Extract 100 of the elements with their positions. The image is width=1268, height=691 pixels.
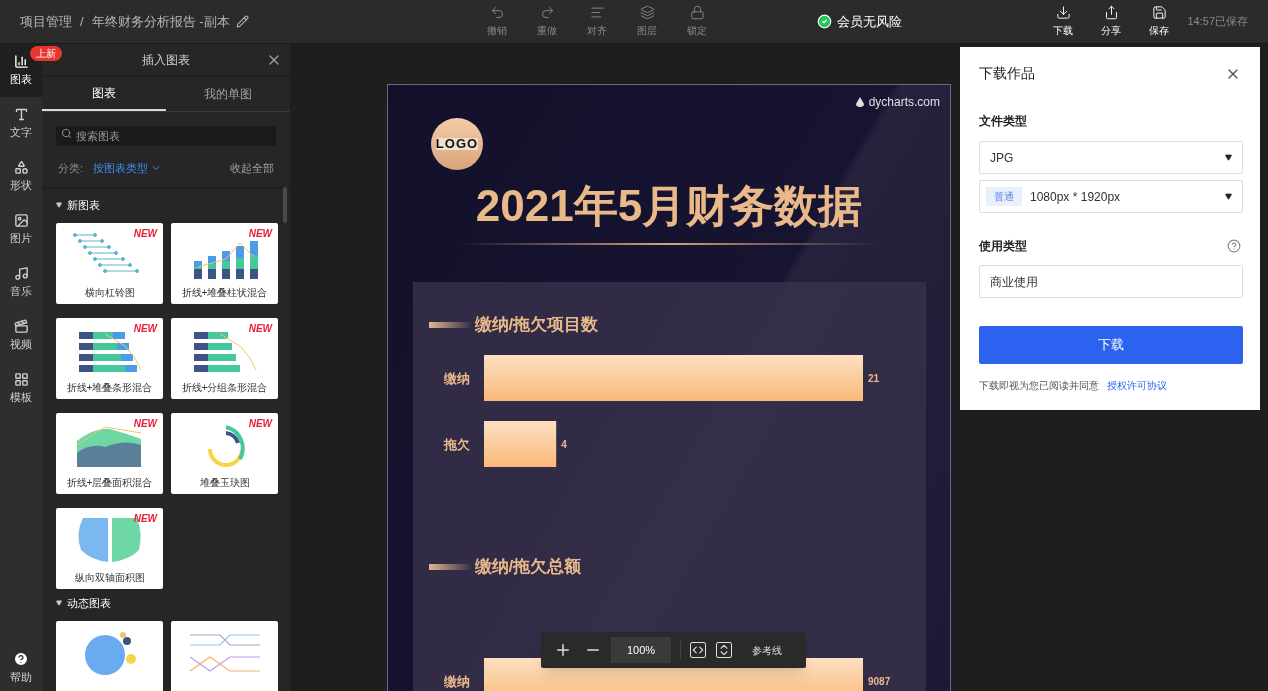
chart-heading: 缴纳/拖欠项目数 [474,314,599,337]
edit-icon[interactable] [235,15,249,28]
section-header[interactable]: 新图表 [56,197,290,213]
logo-badge: LOGO [431,118,483,170]
bar-value-label: 21 [867,373,879,384]
new-label: NEW [133,417,157,431]
heading-accent-bar [428,322,471,328]
rail-tab[interactable]: 视频 [0,309,42,362]
usage-field[interactable]: 商业使用 [979,265,1243,298]
poster-title: 2021年5月财务数据 [475,180,863,232]
chart-card[interactable]: NEW 折线+层叠面积混合 [56,413,163,494]
new-label: NEW [133,227,157,241]
dropdown-caret-icon [1225,154,1232,161]
search-icon [61,128,72,139]
chart-card[interactable]: NEW 折线+堆叠条形混合 [56,318,163,399]
tier-badge: 普通 [986,187,1022,206]
document-title[interactable]: 年终财务分析报告 -副本 [91,11,230,32]
chart-card-label: 横向杠铃图 [84,286,135,300]
chart-card[interactable]: NEW 折线+堆叠柱状混合 [171,223,278,304]
field-label: 文件类型 [979,113,1028,130]
lock-icon [689,5,705,20]
bar-value-label: 9087 [867,676,890,687]
caret-icon [56,600,62,606]
chart-card[interactable]: NEW 折线+分组条形混合 [171,318,278,399]
share-icon [1103,5,1119,20]
file-type-select[interactable]: JPG [979,141,1243,174]
align-icon [589,5,605,20]
grid-icon [13,371,29,387]
scrollbar-thumb [283,187,287,223]
download-icon [1055,5,1071,20]
fit-height-icon[interactable] [716,642,732,658]
toolbar-button[interactable]: 分享 [1091,5,1132,38]
undo-icon [489,5,505,20]
chart-card-label: 堆叠玉玦图 [199,476,250,490]
layers-icon [639,5,655,20]
chart-card[interactable]: NEW 堆叠玉玦图 [171,413,278,494]
heading-accent-bar [428,564,471,570]
new-label: NEW [248,322,272,336]
download-button[interactable]: 下载 [979,326,1243,364]
bar-category-label: 缴纳 [443,674,470,689]
drop-logo-icon [853,96,866,108]
panel-tab[interactable]: 我的单图 [166,77,290,111]
image-icon [13,212,29,228]
new-label: NEW [133,512,157,526]
caret-icon [56,202,62,208]
section-header[interactable]: 动态图表 [56,595,290,611]
chart-card-label: 折线+堆叠柱状混合 [181,286,268,300]
check-icon [817,14,833,29]
chart-card[interactable]: NEW 横向杠铃图 [56,223,163,304]
rail-tab[interactable]: 形状 [0,150,42,203]
save-icon [1151,5,1167,20]
new-label: NEW [248,417,272,431]
new-badge: 上新 [30,46,62,61]
license-notice: 下载即视为您已阅读并同意 [979,379,1099,393]
help-button[interactable]: 帮助 [10,650,32,685]
breadcrumb-separator: / [80,12,84,31]
filter-dropdown[interactable]: 按图表类型 [93,159,163,177]
rail-tab[interactable]: 图片 [0,203,42,256]
rail-tab[interactable]: 音乐 [0,256,42,309]
panel-title: 插入图表 [142,52,190,69]
help-icon[interactable] [1227,239,1241,253]
shapes-icon [13,159,29,175]
bar-category-label: 缴纳 [443,371,470,386]
chart-heading: 缴纳/拖欠总额 [474,556,582,579]
zoom-level[interactable]: 100% [611,637,671,663]
chart-card-label: 折线+分组条形混合 [181,381,268,395]
new-label: NEW [248,227,272,241]
redo-icon [539,5,555,20]
music-icon [13,265,29,281]
chart-card-label: 纵向双轴面积图 [74,571,145,585]
help-icon [13,650,29,667]
brand-watermark: dycharts.com [868,94,940,111]
zoom-in-icon[interactable] [554,641,572,659]
video-icon [13,318,29,334]
dialog-title: 下载作品 [979,64,1035,83]
license-link[interactable]: 授权许可协议 [1107,378,1167,393]
bar-value-label: 4 [560,439,567,450]
rail-tab[interactable]: 文字 [0,97,42,150]
chart-card-label: 折线+堆叠条形混合 [66,381,153,395]
new-label: NEW [133,322,157,336]
field-label: 使用类型 [979,238,1027,255]
panel-tab[interactable]: 图表 [42,77,166,111]
chart-card[interactable]: NEW 纵向双轴面积图 [56,508,163,589]
bar-chart-icon [13,53,29,69]
bar-category-label: 拖欠 [443,437,470,452]
search-field[interactable]: 搜索图表 [56,126,276,146]
size-select[interactable]: 普通 1080px * 1920px [979,180,1243,213]
toolbar-button[interactable]: 下载 [1043,5,1084,38]
status-text: 会员无风险 [837,12,903,31]
save-status: 14:57已保存 [1187,14,1248,30]
rail-tab[interactable]: 模板 [0,362,42,415]
breadcrumb-link[interactable]: 项目管理 [20,11,72,32]
collapse-all-link[interactable]: 收起全部 [230,159,274,177]
chart-card-label: 折线+层叠面积混合 [66,476,153,490]
text-icon [13,106,29,122]
dropdown-caret-icon [1225,193,1232,200]
guides-button[interactable]: 参考线 [752,642,782,658]
filter-label: 分类: [58,160,84,176]
fit-width-icon[interactable] [690,642,706,658]
toolbar-button[interactable]: 保存 [1139,5,1180,38]
